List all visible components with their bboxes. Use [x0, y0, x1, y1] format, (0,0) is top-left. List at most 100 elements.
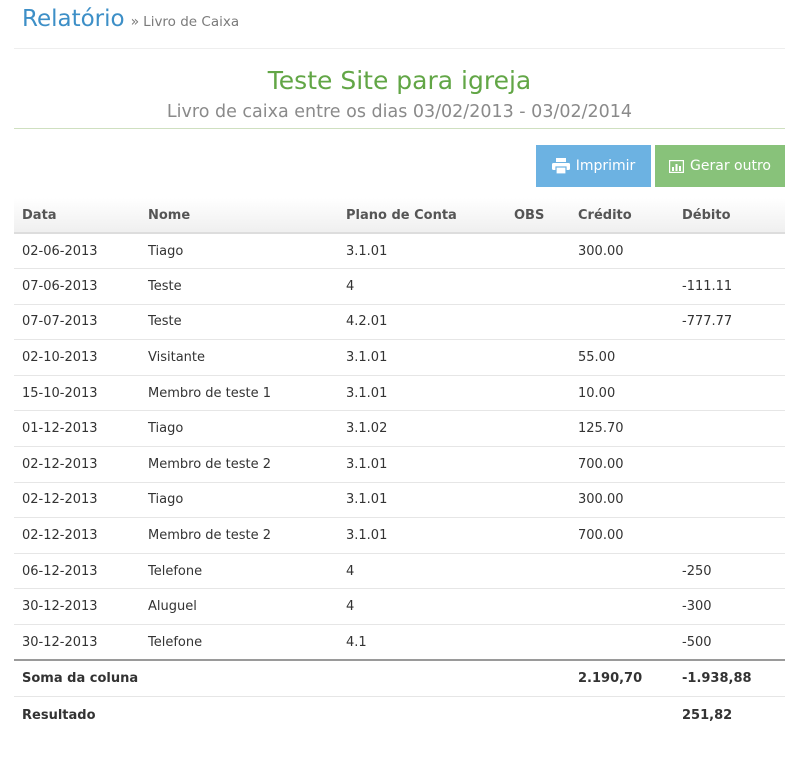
table-row: 07-07-2013 Teste 4.2.01 -777.77	[14, 303, 785, 340]
report-title: Teste Site para igreja	[267, 66, 532, 95]
table-row: 01-12-2013 Tiago 3.1.02 125.70	[14, 410, 785, 447]
cell-obs	[506, 481, 570, 518]
table-row: 02-06-2013 Tiago 3.1.01 300.00	[14, 232, 785, 269]
cell-credit: 300.00	[570, 232, 674, 269]
cell-date: 06-12-2013	[14, 552, 140, 589]
cell-date: 30-12-2013	[14, 624, 140, 661]
cell-plan: 3.1.01	[338, 481, 506, 518]
cell-debit: -250	[674, 552, 785, 589]
cell-obs	[506, 339, 570, 376]
column-header-plan: Plano de Conta	[338, 198, 506, 234]
table-row: 07-06-2013 Teste 4 -111.11	[14, 268, 785, 305]
cell-debit: -500	[674, 624, 785, 661]
cell-date: 02-12-2013	[14, 446, 140, 483]
page-header: Relatório » Livro de Caixa	[22, 6, 239, 32]
sum-credit: 2.190,70	[570, 659, 674, 697]
cell-debit	[674, 517, 785, 554]
generate-button-label: Gerar outro	[690, 158, 771, 174]
result-label: Resultado	[14, 696, 140, 735]
cell-debit	[674, 446, 785, 483]
breadcrumb: Livro de Caixa	[143, 14, 240, 30]
cell-obs	[506, 517, 570, 554]
cell-name: Membro de teste 2	[140, 446, 338, 483]
cell-name: Membro de teste 1	[140, 374, 338, 411]
cell-debit	[674, 232, 785, 269]
cell-obs	[506, 232, 570, 269]
cell-debit: -111.11	[674, 268, 785, 305]
cell-obs	[506, 552, 570, 589]
cell-debit: -300	[674, 588, 785, 625]
cell-name: Aluguel	[140, 588, 338, 625]
cell-name: Tiago	[140, 410, 338, 447]
sum-label: Soma da coluna	[14, 659, 140, 697]
cell-date: 02-06-2013	[14, 232, 140, 269]
table-row: 15-10-2013 Membro de teste 1 3.1.01 10.00	[14, 374, 785, 411]
table-row: 06-12-2013 Telefone 4 -250	[14, 552, 785, 589]
cell-plan: 3.1.01	[338, 517, 506, 554]
cell-debit: -777.77	[674, 303, 785, 340]
cell-credit: 125.70	[570, 410, 674, 447]
page-title: Relatório	[22, 6, 125, 32]
cell-credit	[570, 624, 674, 661]
cell-credit: 55.00	[570, 339, 674, 376]
cell-obs	[506, 446, 570, 483]
cell-credit: 700.00	[570, 517, 674, 554]
header-divider	[14, 48, 785, 49]
table-row: 30-12-2013 Aluguel 4 -300	[14, 588, 785, 625]
cell-name: Teste	[140, 303, 338, 340]
column-header-name: Nome	[140, 198, 338, 234]
report-divider	[14, 128, 785, 129]
table-row: 30-12-2013 Telefone 4.1 -500	[14, 624, 785, 661]
cell-name: Membro de teste 2	[140, 517, 338, 554]
cell-obs	[506, 374, 570, 411]
cell-credit	[570, 552, 674, 589]
print-button-label: Imprimir	[575, 158, 636, 174]
cell-debit	[674, 339, 785, 376]
generate-another-button[interactable]: Gerar outro	[655, 145, 785, 187]
sum-debit: -1.938,88	[674, 659, 785, 697]
cell-debit	[674, 410, 785, 447]
cell-date: 15-10-2013	[14, 374, 140, 411]
cell-plan: 4	[338, 268, 506, 305]
cell-obs	[506, 268, 570, 305]
result-value: 251,82	[674, 696, 785, 735]
cell-credit: 700.00	[570, 446, 674, 483]
column-header-debit: Débito	[674, 198, 785, 234]
cell-plan: 3.1.02	[338, 410, 506, 447]
cell-credit	[570, 303, 674, 340]
cell-obs	[506, 624, 570, 661]
cell-name: Visitante	[140, 339, 338, 376]
cell-plan: 4.1	[338, 624, 506, 661]
cell-debit	[674, 374, 785, 411]
cell-credit: 10.00	[570, 374, 674, 411]
print-button[interactable]: Imprimir	[536, 145, 651, 187]
cell-obs	[506, 588, 570, 625]
cell-plan: 4	[338, 552, 506, 589]
table-row: 02-12-2013 Tiago 3.1.01 300.00	[14, 481, 785, 518]
cell-date: 07-06-2013	[14, 268, 140, 305]
cell-date: 02-10-2013	[14, 339, 140, 376]
cell-name: Teste	[140, 268, 338, 305]
report-subtitle: Livro de caixa entre os dias 03/02/2013 …	[166, 102, 633, 122]
cell-date: 02-12-2013	[14, 481, 140, 518]
cell-credit	[570, 268, 674, 305]
cell-debit	[674, 481, 785, 518]
cell-obs	[506, 410, 570, 447]
cell-credit	[570, 588, 674, 625]
cell-credit: 300.00	[570, 481, 674, 518]
column-header-date: Data	[14, 198, 140, 234]
breadcrumb-separator: »	[130, 14, 140, 30]
cell-date: 30-12-2013	[14, 588, 140, 625]
cell-plan: 4	[338, 588, 506, 625]
result-row: Resultado 251,82	[14, 696, 785, 735]
cell-name: Tiago	[140, 481, 338, 518]
sum-row: Soma da coluna 2.190,70 -1.938,88	[14, 659, 785, 697]
cell-plan: 3.1.01	[338, 446, 506, 483]
cashbook-table: Data Nome Plano de Conta OBS Crédito Déb…	[14, 198, 785, 735]
cell-plan: 4.2.01	[338, 303, 506, 340]
cell-name: Telefone	[140, 624, 338, 661]
printer-icon	[551, 158, 570, 174]
column-header-obs: OBS	[506, 198, 570, 234]
table-row: 02-10-2013 Visitante 3.1.01 55.00	[14, 339, 785, 376]
table-header-row: Data Nome Plano de Conta OBS Crédito Déb…	[14, 198, 785, 234]
